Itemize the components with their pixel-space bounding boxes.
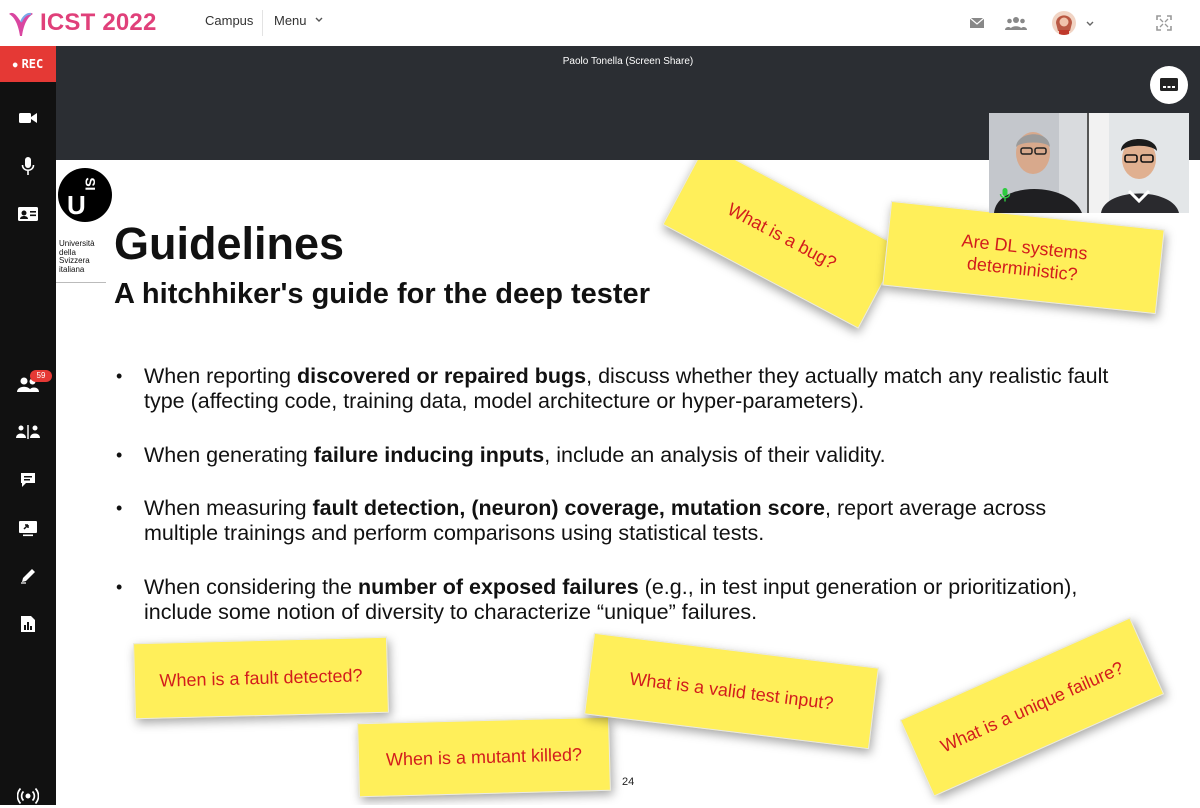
bullet-bold: number of exposed failures [357,575,639,599]
bullet-item: When reporting discovered or repaired bu… [116,364,1116,414]
video-camera-icon [19,113,37,123]
screen-share-icon [19,521,37,537]
microphone-icon [21,157,35,175]
rec-label: REC [21,57,44,71]
sticky-note-text: When is a fault detected? [159,664,363,691]
university-line: italiana [59,264,85,274]
sticky-note-text: Are DL systems deterministic? [960,230,1089,285]
whiteboard-button[interactable] [14,564,42,588]
bullet-item: When measuring fault detection, (neuron)… [116,496,1116,546]
broadcast-icon [17,787,39,805]
captions-button[interactable] [1150,66,1188,104]
bullet-item: When generating failure inducing inputs,… [116,443,886,468]
breakout-rooms-icon [16,425,40,439]
screen-share-title: Paolo Tonella (Screen Share) [562,56,694,67]
left-sidebar: ● REC 59 [0,46,56,805]
microphone-button[interactable] [14,154,42,178]
user-avatar[interactable] [1052,11,1076,35]
slide-title: Guidelines [114,218,345,269]
fullscreen-icon[interactable] [1156,15,1172,31]
bullet-text: When generating [144,443,314,467]
nav-menu-label: Menu [274,13,307,28]
sticky-note-text: What is a valid test input? [628,668,835,713]
participants-count-badge: 59 [30,370,52,382]
app-logo-text: ICST 2022 [40,9,157,36]
camera-button[interactable] [14,106,42,130]
bullet-text: When reporting [144,364,297,388]
screen-share-button[interactable] [14,516,42,540]
polls-button[interactable] [14,612,42,636]
bullet-bold: failure inducing inputs [313,443,545,467]
university-name: Università della Svizzera italiana [59,239,107,274]
chevron-down-icon [315,17,323,22]
pencil-icon [21,569,35,584]
nav-divider [262,10,263,36]
bullet-item: When considering the number of exposed f… [116,575,1116,625]
sticky-note-text: What is a bug? [724,198,840,273]
sticky-note-valid-input: What is a valid test input? [584,632,879,750]
avatar-face-icon [1056,15,1072,35]
usi-logo-si: SI [82,177,99,191]
breakout-rooms-button[interactable] [14,420,42,444]
avatar-chevron-down-icon[interactable] [1085,19,1095,29]
slide-page-number: 24 [622,776,635,788]
sticky-note-text: What is a unique failure? [937,657,1127,756]
contact-card-icon [18,207,38,221]
usi-logo-u: U [67,190,86,220]
sticky-note-fault-detected: When is a fault detected? [133,636,389,720]
icst-logo-icon [9,12,33,36]
nav-menu[interactable]: Menu [274,13,324,28]
contact-card-button[interactable] [14,202,42,226]
chat-icon [21,473,35,487]
usi-logo: U SI [58,168,112,222]
poll-chart-icon [21,616,35,632]
sticky-note-unique-failure: What is a unique failure? [899,617,1165,797]
bullet-bold: fault detection, (neuron) coverage, muta… [312,496,826,520]
webcam-tile-presenter[interactable] [989,113,1087,213]
logo-divider [56,282,106,283]
chat-button[interactable] [14,468,42,492]
bullet-text: , include an analysis of their validity. [544,443,886,467]
app-logo[interactable]: ICST 2022 [6,6,157,40]
broadcast-button[interactable] [14,784,42,808]
captions-icon [1160,78,1178,91]
slide-subtitle: A hitchhiker's guide for the deep tester [114,278,650,310]
sticky-note-mutant-killed: When is a mutant killed? [357,716,611,798]
microphone-active-icon [999,188,1011,202]
sticky-note-deterministic: Are DL systems deterministic? [882,200,1165,315]
sticky-note-text: When is a mutant killed? [385,743,583,770]
bullet-text: When measuring [144,496,313,520]
mail-icon[interactable] [969,15,985,31]
sticky-note-bug: What is a bug? [662,160,902,329]
bullet-text: When considering the [144,575,358,599]
top-bar: ICST 2022 Campus Menu [0,0,1200,47]
participant-video-icon [1089,113,1189,213]
webcam-tile-participant[interactable] [1089,113,1189,213]
nav-campus[interactable]: Campus [205,13,253,28]
webcam-panel[interactable] [989,113,1189,213]
bullet-bold: discovered or repaired bugs [296,364,587,388]
shared-slide: U SI Università della Svizzera italiana … [56,160,1200,805]
people-icon[interactable] [1005,15,1027,31]
rec-indicator: ● REC [0,46,56,82]
